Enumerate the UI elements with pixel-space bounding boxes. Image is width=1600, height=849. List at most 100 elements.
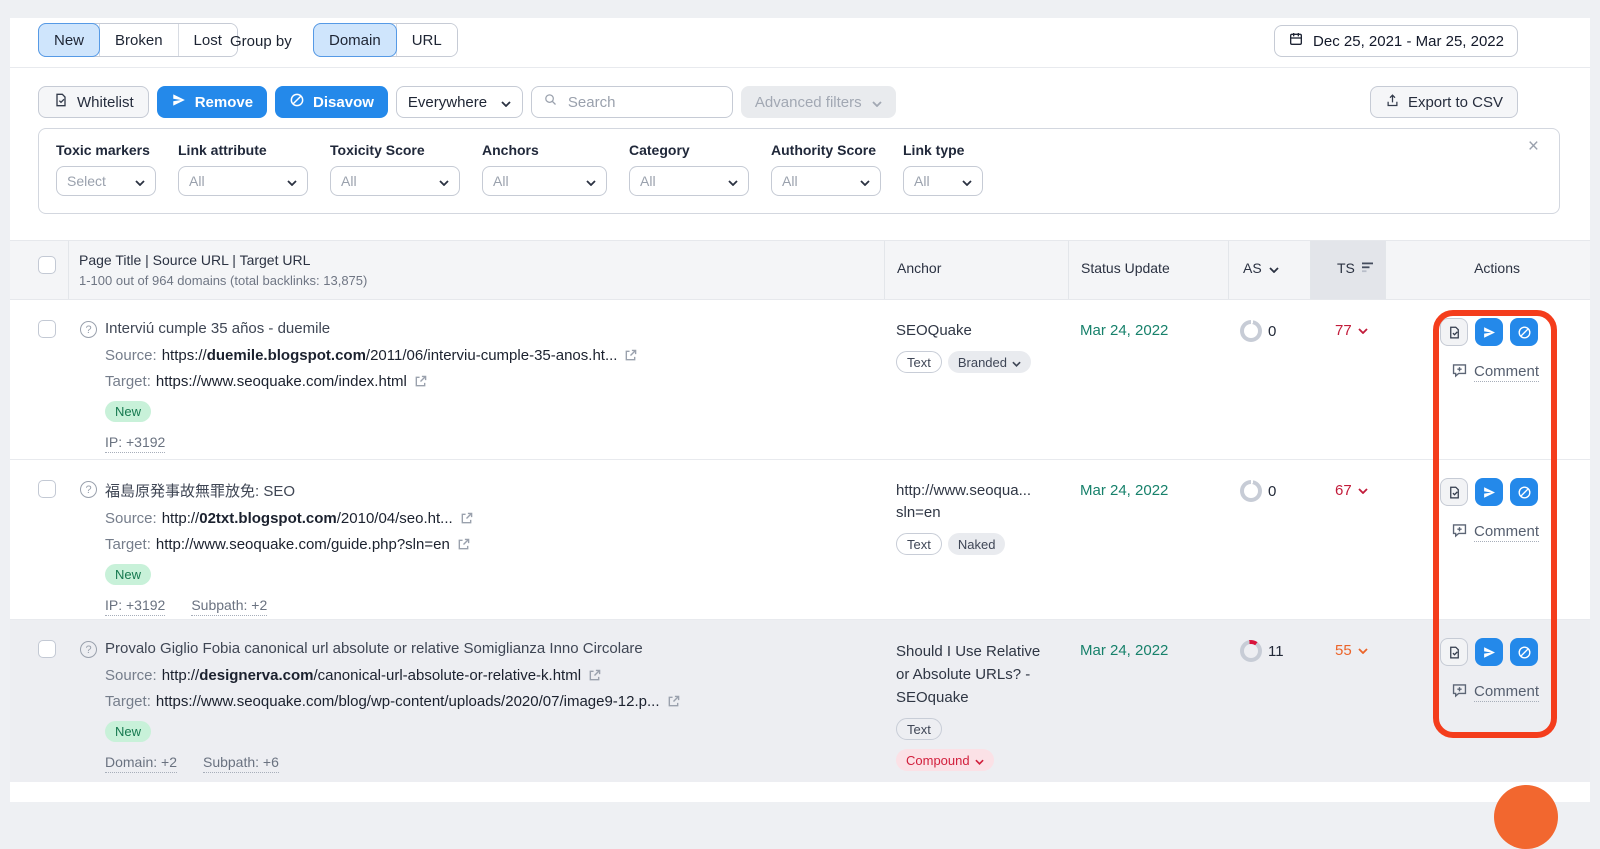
toxicity-score-dropdown[interactable]: 67 — [1335, 482, 1368, 499]
comment-link[interactable]: Comment — [1451, 362, 1539, 383]
anchor-category-tag[interactable]: Branded — [948, 351, 1031, 373]
filter-value: All — [493, 173, 509, 189]
status-update-cell: Mar 24, 2022 — [1068, 300, 1228, 459]
column-as-sort[interactable]: AS — [1229, 260, 1310, 276]
comment-icon — [1451, 362, 1468, 383]
whitelist-row-button[interactable] — [1440, 318, 1468, 346]
status-badge: New — [105, 721, 151, 742]
filter-label: Link attribute — [178, 142, 308, 158]
whitelist-row-button[interactable] — [1440, 638, 1468, 666]
filter-link-attribute: Link attribute All — [178, 142, 308, 213]
external-link-icon[interactable] — [457, 538, 470, 551]
header-title-cell: Page Title | Source URL | Target URL 1-1… — [68, 241, 884, 299]
disavow-row-button[interactable] — [1510, 638, 1538, 666]
status-date: Mar 24, 2022 — [1080, 482, 1168, 499]
toxicity-score-select[interactable]: All — [330, 166, 460, 196]
ip-link[interactable]: IP: +3192 — [105, 597, 165, 616]
ip-link[interactable]: IP: +3192 — [105, 434, 165, 453]
target-url-line: Target: https://www.seoquake.com/index.h… — [105, 373, 884, 390]
comment-link[interactable]: Comment — [1451, 522, 1539, 543]
authority-score-cell: 0 — [1228, 300, 1310, 459]
filter-authority-score: Authority Score All — [771, 142, 881, 213]
disavow-row-button[interactable] — [1510, 478, 1538, 506]
date-range-value: Dec 25, 2021 - Mar 25, 2022 — [1313, 33, 1504, 50]
external-link-icon[interactable] — [667, 695, 680, 708]
filter-label: Toxicity Score — [330, 142, 460, 158]
toxicity-score-dropdown[interactable]: 55 — [1335, 642, 1368, 659]
authority-score-donut — [1240, 480, 1262, 502]
category-select[interactable]: All — [629, 166, 749, 196]
toxicity-score-dropdown[interactable]: 77 — [1335, 322, 1368, 339]
row-checkbox[interactable] — [38, 320, 56, 338]
filter-anchors: Anchors All — [482, 142, 607, 213]
help-icon: ? — [80, 641, 97, 658]
filter-toxic-markers: Toxic markers Select — [56, 142, 156, 213]
target-label: Target: — [105, 536, 151, 553]
external-link-icon[interactable] — [588, 669, 601, 682]
remove-row-button[interactable] — [1475, 318, 1503, 346]
target-url-line: Target: https://www.seoquake.com/blog/wp… — [105, 693, 884, 710]
link-type-select[interactable]: All — [903, 166, 983, 196]
target-url: https://www.seoquake.com/index.html — [156, 373, 407, 390]
column-ts-sort[interactable]: TS — [1311, 260, 1385, 276]
header-checkbox-cell — [10, 241, 68, 299]
remove-button[interactable]: Remove — [157, 86, 267, 118]
comment-label: Comment — [1474, 363, 1539, 382]
close-icon[interactable]: × — [1528, 137, 1539, 156]
external-link-icon[interactable] — [624, 349, 637, 362]
help-icon: ? — [80, 481, 97, 498]
send-icon — [171, 92, 187, 112]
tab-broken[interactable]: Broken — [99, 24, 178, 56]
select-all-checkbox[interactable] — [38, 256, 56, 274]
table-row: ? Provalo Giglio Fobia canonical url abs… — [10, 620, 1590, 782]
comment-link[interactable]: Comment — [1451, 682, 1539, 703]
tab-domain[interactable]: Domain — [313, 23, 397, 57]
comment-icon — [1451, 682, 1468, 703]
tab-lost[interactable]: Lost — [178, 24, 237, 56]
target-label: Target: — [105, 373, 151, 390]
help-icon: ? — [80, 321, 97, 338]
domain-link[interactable]: Domain: +2 — [105, 754, 177, 773]
search-scope-select[interactable]: Everywhere — [396, 86, 523, 118]
authority-score-donut — [1240, 320, 1262, 342]
row-checkbox-cell — [10, 620, 68, 782]
remove-row-button[interactable] — [1475, 478, 1503, 506]
external-link-icon[interactable] — [460, 512, 473, 525]
chevron-down-icon — [1269, 260, 1279, 276]
anchor-category-tag[interactable]: Compound — [896, 749, 994, 771]
subpath-link[interactable]: Subpath: +6 — [203, 754, 279, 773]
row-checkbox[interactable] — [38, 480, 56, 498]
whitelist-button[interactable]: Whitelist — [38, 86, 149, 118]
row-actions-cell: Comment — [1385, 620, 1590, 782]
whitelist-row-button[interactable] — [1440, 478, 1468, 506]
tab-url[interactable]: URL — [396, 24, 457, 56]
chevron-down-icon — [1012, 355, 1021, 370]
advanced-filters-button[interactable]: Advanced filters — [741, 86, 896, 118]
export-to-csv-button[interactable]: Export to CSV — [1370, 86, 1518, 118]
page-title-line: ? 福島原発事故無罪放免: SEO — [80, 480, 884, 501]
filter-label: Anchors — [482, 142, 607, 158]
floating-action-button[interactable] — [1494, 785, 1558, 849]
date-range-picker[interactable]: Dec 25, 2021 - Mar 25, 2022 — [1274, 25, 1518, 57]
comment-icon — [1451, 522, 1468, 543]
source-url-line: Source: https://duemile.blogspot.com/201… — [105, 347, 884, 364]
chevron-down-icon — [501, 94, 511, 111]
authority-score-select[interactable]: All — [771, 166, 881, 196]
chevron-down-icon — [287, 173, 297, 189]
remove-row-button[interactable] — [1475, 638, 1503, 666]
backlink-audit-panel: New Broken Lost Group by Domain URL Dec … — [10, 18, 1590, 802]
row-checkbox[interactable] — [38, 640, 56, 658]
link-attribute-select[interactable]: All — [178, 166, 308, 196]
subpath-link[interactable]: Subpath: +2 — [191, 597, 267, 616]
search-input[interactable] — [566, 93, 716, 112]
authority-score-donut — [1240, 640, 1262, 662]
table-row: ? Interviú cumple 35 años - duemile Sour… — [10, 300, 1590, 460]
toxic-markers-select[interactable]: Select — [56, 166, 156, 196]
remove-label: Remove — [195, 94, 253, 111]
disavow-button[interactable]: Disavow — [275, 86, 388, 118]
column-anchor: Anchor — [885, 260, 1068, 276]
tab-new[interactable]: New — [38, 23, 100, 57]
anchors-select[interactable]: All — [482, 166, 607, 196]
disavow-row-button[interactable] — [1510, 318, 1538, 346]
external-link-icon[interactable] — [414, 375, 427, 388]
